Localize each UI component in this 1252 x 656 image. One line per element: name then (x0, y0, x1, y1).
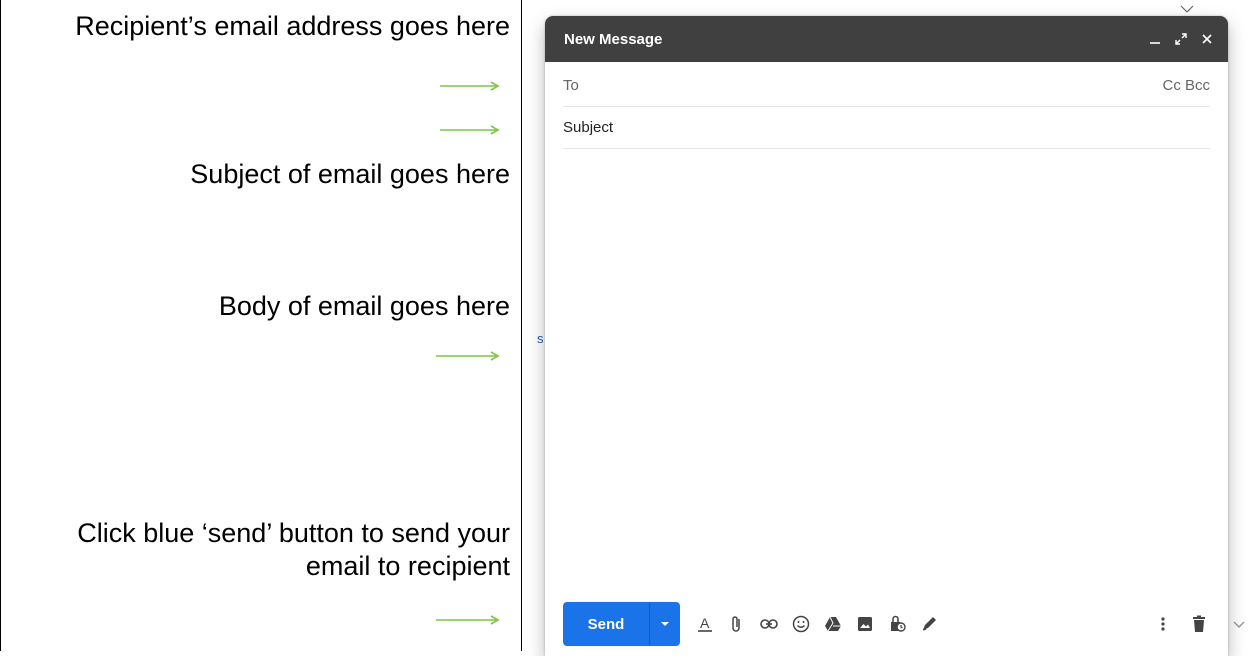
compose-toolbar: Send A (563, 602, 1214, 646)
send-annotation: Click blue ‘send’ button to send your em… (77, 518, 510, 581)
text-format-icon[interactable]: A (696, 615, 714, 633)
to-label: To (563, 76, 579, 94)
compose-header[interactable]: New Message (545, 16, 1228, 62)
column-divider (521, 0, 522, 651)
to-field[interactable]: To Cc Bcc (563, 64, 1210, 107)
message-body[interactable] (563, 148, 1210, 592)
cc-bcc-link[interactable]: Cc Bcc (1162, 77, 1210, 94)
background-chevron-icon (1232, 617, 1246, 635)
body-arrow (436, 350, 500, 362)
svg-text:A: A (700, 615, 710, 631)
compose-window: New Message To Cc Bcc Subject Send A (545, 16, 1228, 656)
send-arrow (436, 614, 500, 626)
format-tools: A (696, 615, 938, 633)
drive-icon[interactable] (824, 615, 842, 633)
dropdown-arrow-icon (661, 622, 669, 626)
close-icon[interactable] (1200, 32, 1214, 46)
subject-annotation: Subject of email goes here (190, 159, 510, 189)
send-group: Send (563, 602, 680, 646)
compose-title: New Message (564, 30, 663, 48)
more-options-icon[interactable] (1154, 615, 1172, 633)
subject-label: Subject (563, 118, 614, 136)
recipient-arrow (440, 80, 500, 92)
confidential-icon[interactable] (888, 615, 906, 633)
subject-field[interactable]: Subject (563, 106, 1210, 149)
left-border (0, 0, 1, 651)
attach-icon[interactable] (728, 615, 746, 633)
emoji-icon[interactable] (792, 615, 810, 633)
expand-icon[interactable] (1174, 32, 1188, 46)
subject-arrow (440, 124, 500, 136)
header-buttons (1148, 32, 1214, 46)
photo-icon[interactable] (856, 615, 874, 633)
signature-icon[interactable] (920, 615, 938, 633)
send-button[interactable]: Send (563, 602, 649, 646)
right-tools (1154, 615, 1208, 633)
recipient-annotation: Recipient’s email address goes here (75, 11, 510, 41)
minimize-icon[interactable] (1148, 32, 1162, 46)
body-annotation: Body of email goes here (218, 291, 510, 321)
link-icon[interactable] (760, 615, 778, 633)
trash-icon[interactable] (1190, 615, 1208, 633)
background-fragment: s (537, 331, 544, 346)
send-options-button[interactable] (649, 602, 680, 646)
